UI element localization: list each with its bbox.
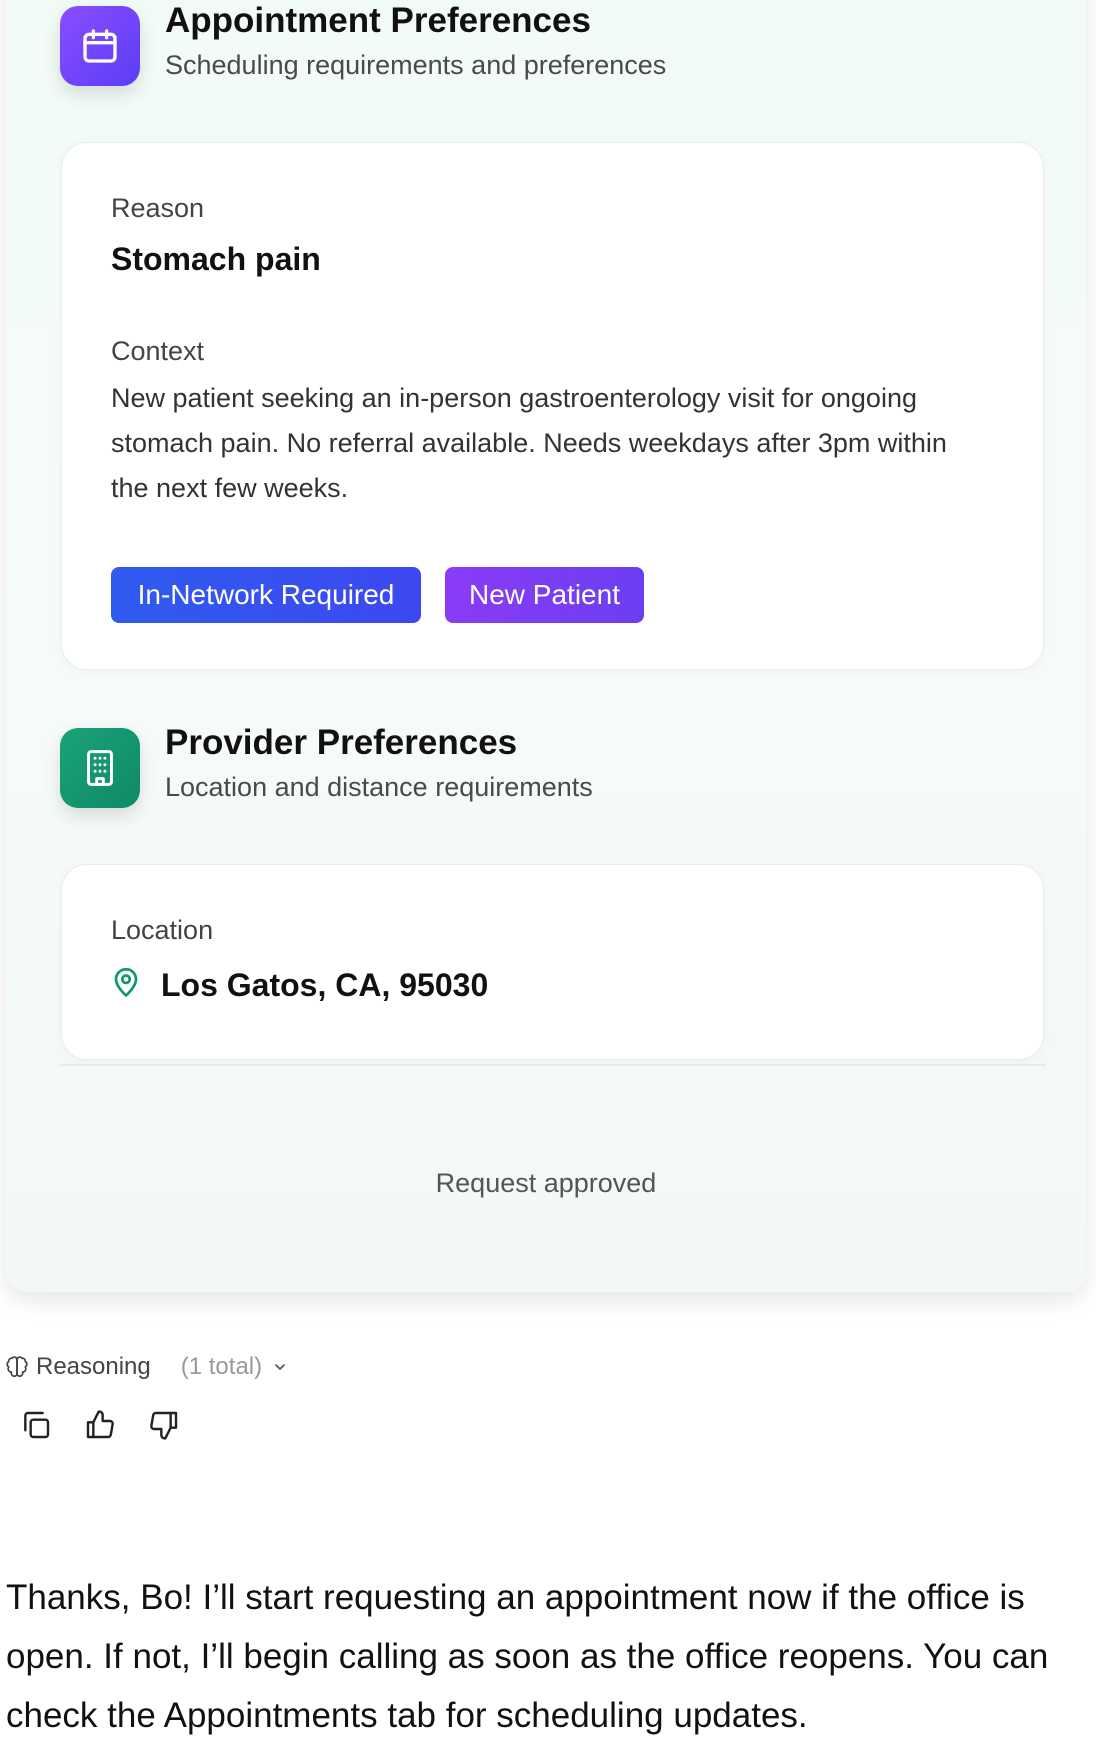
building-icon bbox=[60, 728, 140, 808]
new-patient-tag: New Patient bbox=[445, 567, 644, 623]
reasoning-toggle[interactable]: Reasoning (1 total) bbox=[6, 1353, 288, 1381]
provider-preferences-header: Provider Preferences Location and distan… bbox=[60, 723, 593, 808]
thumbs-up-icon bbox=[84, 1409, 116, 1446]
context-value: New patient seeking an in-person gastroe… bbox=[111, 383, 947, 503]
provider-section-subtitle: Location and distance requirements bbox=[165, 772, 593, 802]
message-actions bbox=[16, 1407, 208, 1447]
appointment-details-card: Reason Stomach pain Context New patient … bbox=[61, 142, 1044, 670]
thumbs-up-button[interactable] bbox=[80, 1407, 120, 1447]
in-network-required-tag: In-Network Required bbox=[111, 567, 421, 623]
appointment-preferences-header: Appointment Preferences Scheduling requi… bbox=[60, 1, 667, 86]
assistant-message: Thanks, Bo! I’ll start requesting an app… bbox=[6, 1578, 1049, 1735]
provider-section-title: Provider Preferences bbox=[165, 723, 518, 762]
location-value: Los Gatos, CA, 95030 bbox=[161, 967, 489, 1003]
reason-value: Stomach pain bbox=[111, 241, 321, 277]
reasoning-label: Reasoning bbox=[36, 1353, 151, 1380]
reason-label: Reason bbox=[111, 193, 205, 223]
appointment-section-title: Appointment Preferences bbox=[165, 1, 591, 40]
context-label: Context bbox=[111, 336, 205, 366]
brain-icon bbox=[6, 1356, 28, 1378]
calendar-icon bbox=[60, 6, 140, 86]
provider-details-card: Location Los Gatos, CA, 95030 bbox=[61, 864, 1044, 1060]
chevron-down-icon bbox=[272, 1359, 288, 1375]
card-divider bbox=[60, 1064, 1046, 1066]
thumbs-down-icon bbox=[148, 1409, 180, 1446]
location-row: Los Gatos, CA, 95030 bbox=[111, 966, 488, 1005]
copy-button[interactable] bbox=[16, 1407, 56, 1447]
copy-icon bbox=[20, 1409, 52, 1446]
reasoning-count: (1 total) bbox=[180, 1353, 263, 1380]
request-card: Appointment Preferences Scheduling requi… bbox=[6, 0, 1086, 1292]
map-pin-icon bbox=[111, 966, 141, 1005]
thumbs-down-button[interactable] bbox=[144, 1407, 184, 1447]
location-label: Location bbox=[111, 915, 214, 945]
appointment-section-subtitle: Scheduling requirements and preferences bbox=[165, 50, 667, 80]
request-status: Request approved bbox=[435, 1168, 657, 1198]
